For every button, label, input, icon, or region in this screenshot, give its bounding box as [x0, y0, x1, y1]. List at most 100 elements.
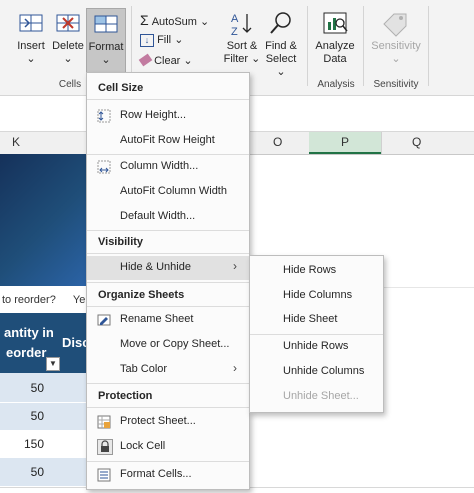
- menu-item-label: AutoFit Column Width: [120, 185, 227, 197]
- svg-text:Z: Z: [231, 26, 238, 38]
- find-select-label-text: Select: [265, 53, 297, 65]
- reorder-text-2: Ye: [72, 294, 86, 306]
- submenu-item-unhide-rows[interactable]: Unhide Rows: [250, 336, 383, 358]
- sensitivity-button[interactable]: Sensitivity ⌄: [368, 10, 424, 72]
- menu-item-format-cells[interactable]: Format Cells...: [87, 464, 249, 486]
- sensitivity-label: Sensitivity: [371, 40, 421, 52]
- sort-filter-label: Sort &: [226, 40, 258, 52]
- lock-icon: [97, 439, 113, 455]
- fill-label: Fill: [157, 34, 172, 46]
- menu-divider: [87, 253, 249, 254]
- chevron-right-icon: ›: [233, 259, 237, 273]
- menu-heading-visibility: Visibility: [98, 236, 144, 248]
- submenu-item-hide-columns[interactable]: Hide Columns: [250, 285, 383, 307]
- menu-divider: [87, 407, 249, 408]
- table-row[interactable]: 50: [0, 402, 86, 430]
- column-header-p[interactable]: P: [309, 132, 381, 154]
- filter-dropdown-button[interactable]: ▼: [46, 357, 60, 371]
- ribbon-divider: [307, 6, 308, 86]
- format-button[interactable]: Format ⌄: [86, 8, 126, 74]
- menu-heading-protection: Protection: [98, 390, 153, 402]
- find-select-label: Find &: [265, 40, 297, 52]
- submenu-item-label: Hide Rows: [283, 264, 337, 276]
- hide-unhide-submenu: Hide Rows Hide Columns Hide Sheet Unhide…: [249, 255, 384, 413]
- menu-item-autofit-column-width[interactable]: AutoFit Column Width: [87, 181, 249, 203]
- table-row[interactable]: 50: [0, 373, 86, 402]
- format-label: Format: [88, 41, 124, 53]
- menu-item-tab-color[interactable]: Tab Color ›: [87, 359, 249, 381]
- chevron-down-icon: ⌄: [200, 16, 210, 28]
- column-label: Q: [412, 135, 422, 149]
- menu-divider: [87, 154, 249, 155]
- chevron-down-icon: ⌄: [63, 53, 73, 65]
- column-header-o[interactable]: O: [249, 132, 309, 154]
- cell-value: 50: [30, 381, 44, 395]
- menu-divider: [87, 383, 249, 384]
- group-label-sensitivity: Sensitivity: [373, 79, 419, 90]
- table-row[interactable]: 50: [0, 458, 86, 486]
- analyze-data-icon: [323, 12, 348, 34]
- insert-cells-icon: [19, 14, 43, 32]
- reorder-text: to reorder?: [2, 294, 56, 306]
- insert-label: Insert: [17, 40, 45, 52]
- cell-value: 150: [23, 437, 44, 451]
- group-label-cells: Cells: [58, 79, 82, 90]
- menu-item-column-width[interactable]: Column Width...: [87, 156, 249, 178]
- sort-az-icon: A Z: [231, 13, 252, 38]
- insert-button[interactable]: Insert ⌄: [10, 8, 52, 70]
- menu-item-label: Column Width...: [120, 160, 199, 172]
- sort-filter-button[interactable]: A Z Sort & Filter ⌄: [222, 10, 262, 72]
- menu-item-lock-cell[interactable]: Lock Cell: [87, 436, 249, 458]
- column-label: O: [273, 135, 283, 149]
- menu-item-hide-unhide[interactable]: Hide & Unhide ›: [87, 256, 249, 280]
- rename-sheet-icon: [97, 314, 111, 326]
- cell-value: 50: [30, 409, 44, 423]
- submenu-item-unhide-columns[interactable]: Unhide Columns: [250, 361, 383, 383]
- table-row[interactable]: 150: [0, 430, 86, 458]
- eraser-icon: [138, 53, 153, 67]
- find-select-button[interactable]: Find & Select ⌄: [262, 10, 300, 78]
- group-label-analysis: Analysis: [317, 79, 355, 90]
- submenu-item-label: Hide Sheet: [283, 313, 338, 325]
- format-cells-icon: [97, 468, 111, 482]
- menu-heading-cell-size: Cell Size: [98, 82, 144, 94]
- sensitivity-label-icon: [383, 13, 407, 37]
- svg-text:A: A: [231, 13, 239, 25]
- menu-item-row-height[interactable]: Row Height...: [87, 105, 249, 127]
- find-select-label-2: Select ⌄: [265, 53, 297, 78]
- table-header: antity in eorder ▼ Disc: [0, 313, 89, 373]
- column-header-q[interactable]: Q: [381, 132, 462, 154]
- sigma-icon: Σ: [140, 12, 149, 28]
- column-header-k[interactable]: K: [0, 132, 86, 154]
- clear-button[interactable]: Clear ⌄: [138, 53, 193, 67]
- menu-item-label: AutoFit Row Height: [120, 134, 215, 146]
- protect-sheet-icon: [97, 415, 111, 429]
- clear-label: Clear: [154, 55, 181, 67]
- analyze-data-button[interactable]: Analyze Data: [312, 10, 358, 72]
- fill-down-icon: ↓: [140, 34, 154, 47]
- menu-item-autofit-row-height[interactable]: AutoFit Row Height: [87, 130, 249, 152]
- reorder-question: to reorder? Ye: [2, 294, 85, 306]
- menu-item-move-copy-sheet[interactable]: Move or Copy Sheet...: [87, 334, 249, 356]
- menu-item-label: Rename Sheet: [120, 313, 194, 325]
- title-banner: [0, 154, 86, 286]
- chevron-right-icon: ›: [233, 361, 237, 375]
- chevron-down-icon: ⌄: [391, 53, 401, 65]
- menu-divider: [87, 99, 249, 100]
- menu-item-protect-sheet[interactable]: Protect Sheet...: [87, 411, 249, 433]
- autosum-button[interactable]: Σ AutoSum ⌄: [140, 12, 209, 28]
- submenu-item-hide-sheet[interactable]: Hide Sheet: [250, 309, 383, 331]
- menu-item-rename-sheet[interactable]: Rename Sheet: [87, 309, 249, 331]
- ribbon-divider: [428, 6, 429, 86]
- fill-button[interactable]: ↓ Fill ⌄: [140, 33, 183, 47]
- row-height-icon: [97, 109, 111, 123]
- menu-item-label: Row Height...: [120, 109, 187, 121]
- menu-divider: [87, 282, 249, 283]
- menu-item-default-width[interactable]: Default Width...: [87, 206, 249, 228]
- submenu-item-label: Hide Columns: [283, 289, 353, 301]
- submenu-item-hide-rows[interactable]: Hide Rows: [250, 260, 383, 282]
- chevron-down-icon: ⌄: [183, 55, 193, 67]
- delete-button[interactable]: Delete ⌄: [50, 8, 86, 70]
- submenu-item-unhide-sheet[interactable]: Unhide Sheet...: [250, 386, 383, 408]
- column-label: K: [12, 135, 21, 149]
